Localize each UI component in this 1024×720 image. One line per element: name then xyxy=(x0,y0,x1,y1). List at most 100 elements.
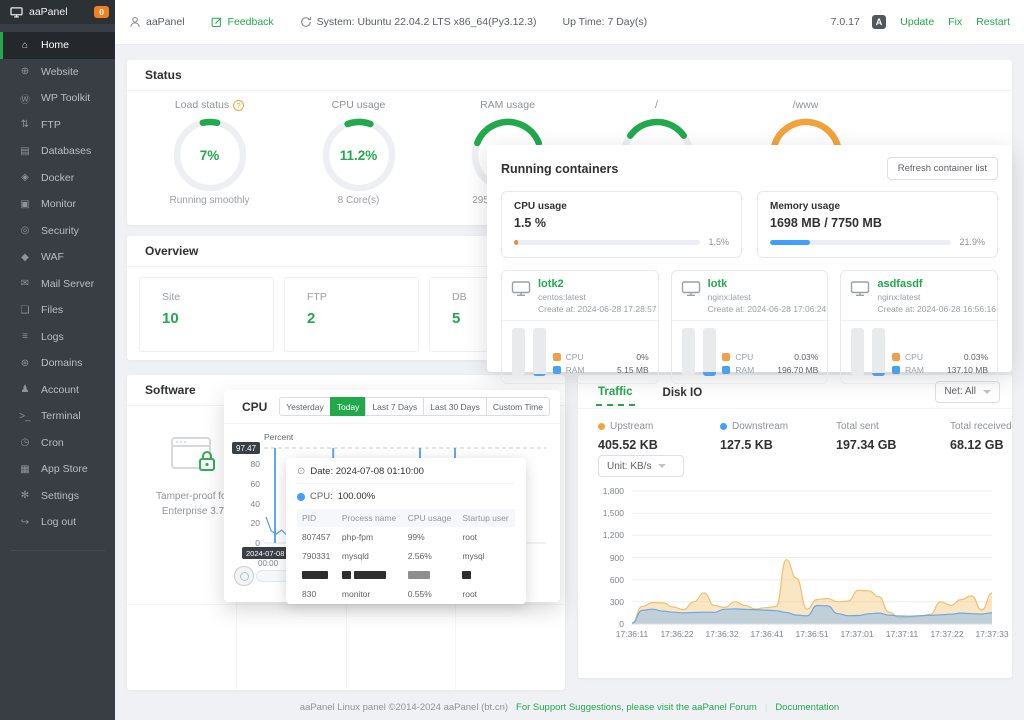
cron-icon: ◷ xyxy=(20,437,30,449)
traffic-stat-label: Total received xyxy=(950,421,1012,432)
container-legend: CPU 0% RAM 5.15 MB xyxy=(552,349,649,375)
sidebar-item-files[interactable]: ❏ Files xyxy=(0,297,115,324)
traffic-disk-card: Traffic Disk IO Net: All Upstream 405.52 … xyxy=(578,375,1012,678)
usage-bar-ram xyxy=(533,328,546,376)
gauge-ring: 7% xyxy=(171,116,249,194)
sidebar-item-settings[interactable]: ✻ Settings xyxy=(0,483,115,510)
update-link[interactable]: Update xyxy=(900,16,934,28)
sidebar-item-website[interactable]: ⊕ Website xyxy=(0,59,115,86)
sidebar-item-home[interactable]: ⌂ Home xyxy=(0,32,115,59)
container-legend: CPU 0.03% RAM 196.70 MB xyxy=(722,349,818,375)
documentation-link[interactable]: Documentation xyxy=(775,702,839,713)
sidebar-item-app-store[interactable]: ▦ App Store xyxy=(0,456,115,483)
usage-bar-ram-fill xyxy=(872,373,886,376)
ram-legend-swatch xyxy=(552,366,561,374)
uptime: Up Time: 7 Day(s) xyxy=(562,16,648,28)
traffic-chart: 0 300 600 900 1,200 1,500 1,800 17:36:11 17:36:… xyxy=(590,486,1009,655)
container-card-body: CPU 0.03% RAM 196.70 MB xyxy=(672,321,828,383)
clock-icon: ⊙ xyxy=(297,466,306,477)
containers-cpu-usage: CPU usage 1.5 % 1.5% xyxy=(501,191,742,258)
sidebar-item-waf[interactable]: ◆ WAF xyxy=(0,244,115,271)
legend-value: 0.03% xyxy=(794,352,819,362)
process-row xyxy=(297,565,515,584)
cpu-range-tabs: Yesterday Today Last 7 Days Last 30 Days Cus… xyxy=(279,397,550,416)
language-icon[interactable]: A xyxy=(871,15,887,29)
sidebar-item-ftp[interactable]: ⇅ FTP xyxy=(0,112,115,139)
container-card-lotk: lotk nginx:latest Create at: 2024-06-28 17… xyxy=(670,270,829,384)
overview-card-site[interactable]: Site 10 xyxy=(139,277,274,352)
cpu-usage-bar-fill xyxy=(514,239,518,245)
account-menu[interactable]: aaPanel xyxy=(129,16,185,28)
restart-link[interactable]: Restart xyxy=(976,16,1010,28)
overview-card-ftp[interactable]: FTP 2 xyxy=(284,277,419,352)
refresh-icon[interactable] xyxy=(300,16,312,28)
sidebar-item-cron[interactable]: ◷ Cron xyxy=(0,430,115,457)
container-name[interactable]: lotk xyxy=(708,278,827,290)
sidebar-item-databases[interactable]: ▤ Databases xyxy=(0,138,115,165)
usage-bar-ram xyxy=(872,328,886,376)
notification-badge[interactable]: 0 xyxy=(94,6,109,18)
traffic-stats: Upstream 405.52 KB Downstream 127.5 KB Total… xyxy=(578,409,1012,452)
container-name[interactable]: lotk2 xyxy=(538,278,657,290)
sidebar-item-mail-server[interactable]: ✉ Mail Server xyxy=(0,271,115,298)
net-select-value: Net: All xyxy=(944,386,976,397)
traffic-stat-value: 197.34 GB xyxy=(836,438,897,452)
chart-zoom-handle[interactable] xyxy=(234,566,254,586)
cpu-ytick: 40 xyxy=(250,498,260,509)
container-name[interactable]: asdfasdf xyxy=(877,278,996,290)
refresh-container-list-button[interactable]: Refresh container list xyxy=(886,157,998,180)
container-monitor-icon xyxy=(511,280,531,314)
traffic-xtick: 17:37:01 xyxy=(840,629,874,639)
cpu-usage-percent: 1.5% xyxy=(708,237,729,247)
legend-row-ram: RAM 137.10 MB xyxy=(892,365,988,375)
cpu-range-tab-today[interactable]: Today xyxy=(329,397,367,416)
sidebar-item-terminal[interactable]: >_ Terminal xyxy=(0,403,115,430)
cpu-chart-popup: CPU Yesterday Today Last 7 Days Last 30 Day… xyxy=(224,390,560,604)
sidebar-item-logs[interactable]: ≡ Logs xyxy=(0,324,115,351)
cpu-legend-swatch xyxy=(552,353,561,361)
cpu-range-tab-last-7-days[interactable]: Last 7 Days xyxy=(365,397,425,416)
sidebar-item-account[interactable]: ♟ Account xyxy=(0,377,115,404)
traffic-xtick: 17:36:32 xyxy=(705,629,739,639)
gauge-label: RAM usage xyxy=(433,99,582,111)
legend-row-cpu: CPU 0% xyxy=(552,352,649,362)
topbar: aaPanel Feedback System: Ubuntu 22.04.2 … xyxy=(115,0,1024,45)
cpu-range-tab-yesterday[interactable]: Yesterday xyxy=(279,397,331,416)
sidebar-item-security[interactable]: ◎ Security xyxy=(0,218,115,245)
gauge-label: Load status? xyxy=(135,99,284,111)
container-card-header: lotk nginx:latest Create at: 2024-06-28 17… xyxy=(671,271,828,321)
legend-value: 5.15 MB xyxy=(617,365,649,375)
fix-link[interactable]: Fix xyxy=(948,16,962,28)
cpu-range-tab-custom-time[interactable]: Custom Time xyxy=(485,397,550,416)
sidebar-item-log-out[interactable]: ↪ Log out xyxy=(0,509,115,536)
sidebar-item-wp-toolkit[interactable]: Ⓦ WP Toolkit xyxy=(0,85,115,112)
gauge-load-status: Load status? 7% Running smoothly xyxy=(135,99,284,206)
usage-bar-ram xyxy=(702,328,716,376)
grid-divider xyxy=(127,604,565,605)
cpu-range-tab-last-30-days[interactable]: Last 30 Days xyxy=(423,397,487,416)
traffic-xtick: 17:36:22 xyxy=(660,629,694,639)
ftp-icon: ⇅ xyxy=(20,119,30,131)
redacted-bar xyxy=(302,571,328,580)
cpu-legend-swatch xyxy=(892,353,901,361)
container-created: Create at: 2024-06-28 16:56:16 xyxy=(877,304,996,314)
container-image: nginx:latest xyxy=(707,292,751,302)
usage-bar-cpu xyxy=(681,328,695,376)
sidebar-item-domains[interactable]: ⊛ Domains xyxy=(0,350,115,377)
container-card-body: CPU 0% RAM 5.15 MB xyxy=(502,321,658,383)
forum-link[interactable]: For Support Suggestions, please visit th… xyxy=(516,702,757,713)
unit-select[interactable]: Unit: KB/s xyxy=(598,455,684,477)
help-icon[interactable]: ? xyxy=(233,99,245,111)
cpu-usage-label: CPU usage xyxy=(514,201,567,212)
traffic-ytick: 1,200 xyxy=(602,530,624,541)
redacted-bar xyxy=(407,571,430,580)
sidebar-item-label: App Store xyxy=(41,463,88,476)
sidebar-item-docker[interactable]: ◈ Docker xyxy=(0,165,115,192)
container-created: Create at: 2024-06-28 17:06:24 xyxy=(707,304,827,314)
feedback-link[interactable]: Feedback xyxy=(211,16,274,28)
cpu-popup-title: CPU xyxy=(242,399,268,414)
process-header-row: PID Process name CPU usage Startup user xyxy=(297,509,515,527)
memory-usage-percent: 21.9% xyxy=(959,237,985,247)
gauge-caption: Running smoothly xyxy=(169,195,250,206)
sidebar-item-monitor[interactable]: ▣ Monitor xyxy=(0,191,115,218)
